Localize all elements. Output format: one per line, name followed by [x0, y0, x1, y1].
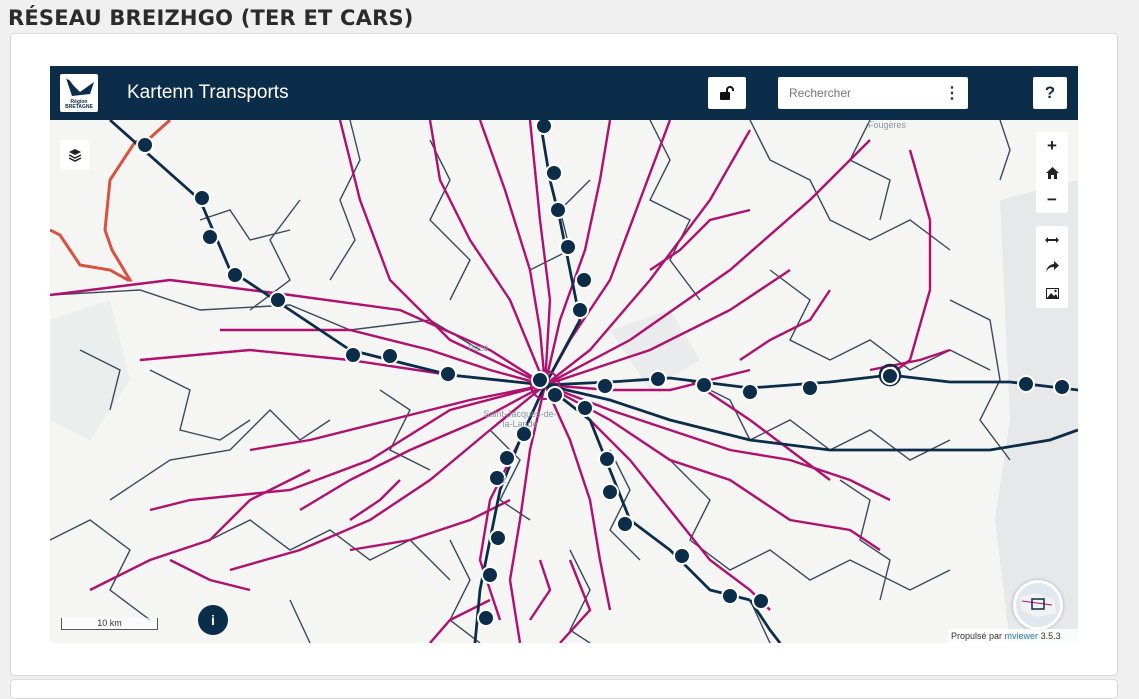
- layers-button[interactable]: [60, 140, 90, 170]
- scale-bar: 10 km: [61, 618, 158, 630]
- map-drawing: [50, 117, 1078, 643]
- measure-button[interactable]: [1036, 226, 1068, 253]
- attribution-version: 3.5.3: [1040, 631, 1061, 641]
- next-card: [10, 679, 1118, 699]
- tool-controls: [1036, 226, 1068, 308]
- zoom-out-button[interactable]: −: [1036, 186, 1068, 213]
- attribution-prefix: Propulsé par: [951, 631, 1003, 641]
- place-label-fougeres: Fougères: [868, 120, 907, 130]
- region-logo[interactable]: Région BRETAGNE: [60, 74, 98, 112]
- map-canvas[interactable]: Fougères Pacé Saint-Jacques-de-la-Lande …: [50, 117, 1078, 643]
- info-button[interactable]: i: [198, 605, 228, 635]
- zoom-in-button[interactable]: +: [1036, 132, 1068, 159]
- zoom-controls: + −: [1036, 132, 1068, 213]
- layers-icon: [68, 149, 82, 162]
- help-button[interactable]: ?: [1033, 77, 1067, 109]
- home-button[interactable]: [1036, 159, 1068, 186]
- overview-map-button[interactable]: [1013, 580, 1063, 630]
- app-title: Kartenn Transports: [127, 82, 289, 103]
- place-label-z: z: [502, 475, 507, 485]
- attribution: Propulsé par mviewer 3.5.3: [948, 629, 1078, 643]
- export-image-button[interactable]: [1036, 280, 1068, 307]
- logo-text: Région BRETAGNE: [65, 99, 93, 110]
- image-icon: [1045, 288, 1059, 299]
- search-input[interactable]: [778, 77, 968, 109]
- arrows-horizontal-icon: [1045, 236, 1059, 243]
- share-button[interactable]: [1036, 253, 1068, 280]
- share-arrow-icon: [1045, 261, 1059, 272]
- unlock-icon: [720, 86, 734, 100]
- home-icon: [1045, 166, 1059, 179]
- lock-button[interactable]: [708, 77, 746, 109]
- place-label-saint-jacques: Saint-Jacques-de-la-Lande: [483, 409, 557, 429]
- map-viewer: Région BRETAGNE Kartenn Transports ⋮ ?: [50, 66, 1078, 643]
- place-label-pace: Pacé: [468, 343, 489, 353]
- page-title: RÉSEAU BREIZHGO (TER ET CARS): [8, 6, 414, 30]
- top-bar: Région BRETAGNE Kartenn Transports ⋮ ?: [50, 66, 1078, 120]
- search-options-icon[interactable]: ⋮: [942, 77, 962, 109]
- overview-map-thumbnail: [1016, 583, 1060, 627]
- mviewer-link[interactable]: mviewer: [1005, 631, 1039, 641]
